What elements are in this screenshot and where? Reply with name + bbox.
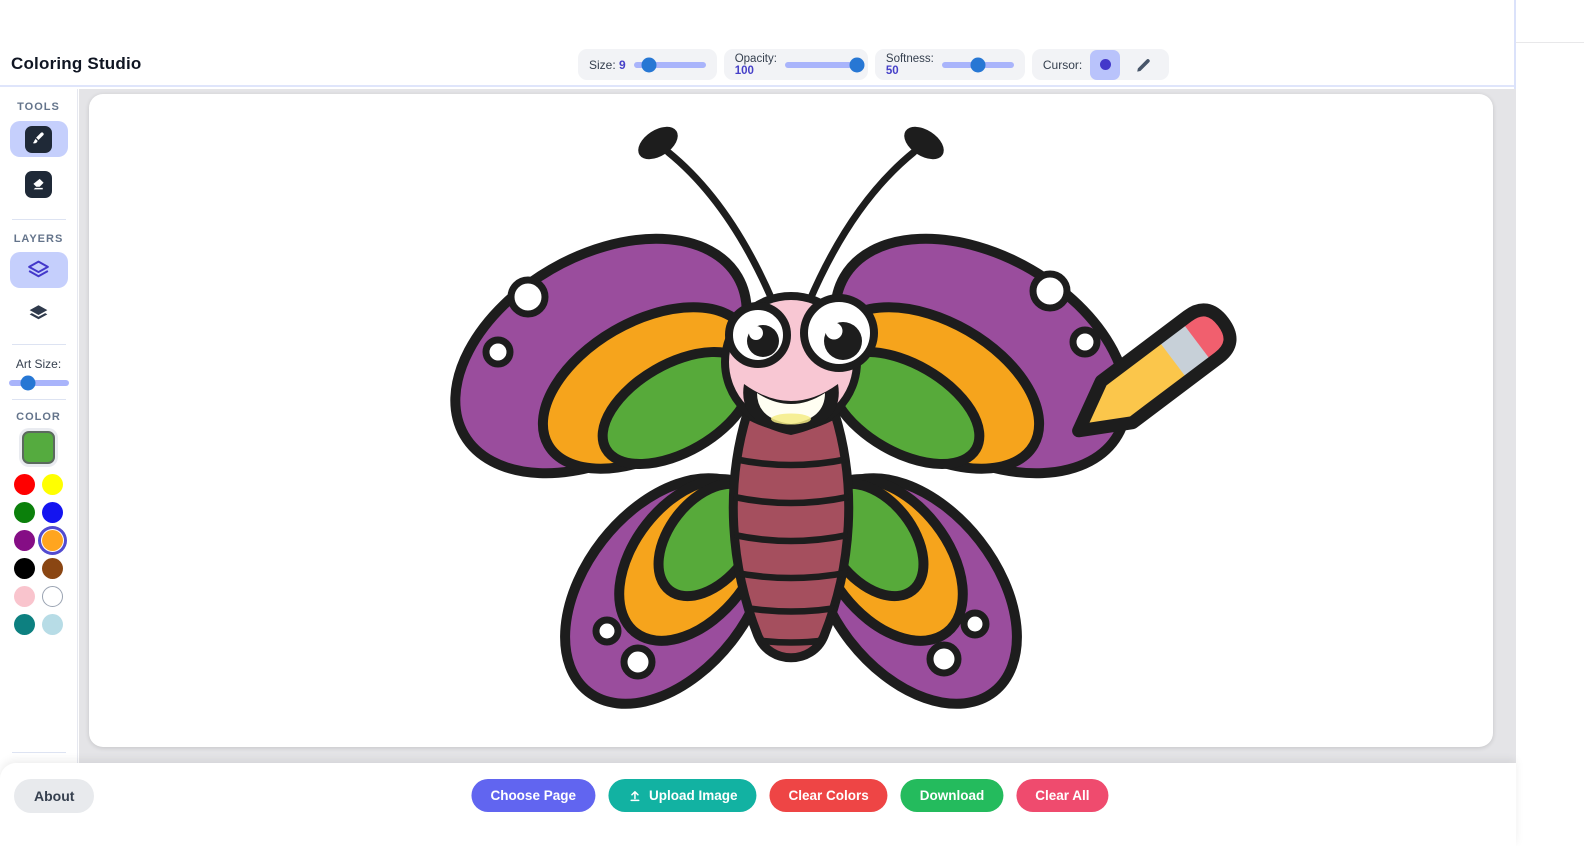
- choose-page-button[interactable]: Choose Page: [471, 779, 595, 812]
- eraser-tool-button[interactable]: [10, 166, 68, 202]
- layers-stack-icon: [26, 258, 51, 283]
- divider: [12, 219, 66, 220]
- current-color-swatch[interactable]: [22, 431, 55, 464]
- art-size-slider[interactable]: [9, 380, 69, 386]
- size-slider[interactable]: [634, 62, 706, 68]
- size-label: Size: 9: [589, 58, 626, 72]
- sidebar: TOOLS LAYERS: [0, 89, 78, 846]
- softness-slider-thumb[interactable]: [970, 57, 985, 72]
- dot-icon: [1100, 59, 1111, 70]
- size-value: 9: [619, 58, 626, 72]
- brush-tool-button[interactable]: [10, 121, 68, 157]
- upload-icon: [627, 788, 642, 803]
- color-swatch-white[interactable]: [42, 586, 63, 607]
- softness-control: Softness: 50: [875, 49, 1025, 80]
- softness-slider[interactable]: [942, 62, 1014, 68]
- color-swatch-green[interactable]: [14, 502, 35, 523]
- layers-flat-button[interactable]: [10, 294, 68, 330]
- about-button[interactable]: About: [14, 779, 94, 813]
- layers-heading: LAYERS: [14, 233, 64, 245]
- divider: [12, 752, 66, 753]
- page-title: Coloring Studio: [11, 54, 141, 74]
- color-swatch-lightblue[interactable]: [42, 614, 63, 635]
- divider: [12, 344, 66, 345]
- divider: [12, 399, 66, 400]
- softness-label: Softness:: [886, 53, 934, 65]
- color-swatch-red[interactable]: [14, 474, 35, 495]
- size-control: Size: 9: [578, 49, 717, 80]
- color-heading: COLOR: [16, 411, 61, 423]
- size-slider-thumb[interactable]: [641, 57, 656, 72]
- color-swatch-black[interactable]: [14, 558, 35, 579]
- layers-flat-icon: [26, 300, 51, 325]
- color-swatch-brown[interactable]: [42, 558, 63, 579]
- opacity-label: Opacity:: [735, 53, 777, 65]
- cursor-pencil-button[interactable]: [1128, 50, 1158, 80]
- upload-image-button[interactable]: Upload Image: [608, 779, 757, 812]
- color-swatch-blue[interactable]: [42, 502, 63, 523]
- color-swatch-teal[interactable]: [14, 614, 35, 635]
- brush-icon: [30, 131, 47, 148]
- cursor-label: Cursor:: [1043, 58, 1082, 72]
- opacity-control: Opacity: 100: [724, 49, 868, 80]
- color-swatch-purple[interactable]: [14, 530, 35, 551]
- tools-heading: TOOLS: [17, 101, 60, 113]
- clear-all-button[interactable]: Clear All: [1016, 779, 1108, 812]
- footer-bar: About Choose Page Upload Image Clear Col…: [0, 763, 1516, 846]
- drawing-canvas[interactable]: [89, 94, 1493, 747]
- pencil-icon: [1135, 56, 1152, 73]
- butterfly-artwork[interactable]: [89, 94, 1493, 747]
- layers-stack-button[interactable]: [10, 252, 68, 288]
- opacity-slider[interactable]: [785, 62, 857, 68]
- color-swatch-orange[interactable]: [42, 530, 63, 551]
- header-bar: Coloring Studio Size: 9 Opacity: 100: [0, 44, 1514, 87]
- softness-value: 50: [886, 65, 934, 77]
- footer-actions: Choose Page Upload Image Clear Colors Do…: [471, 779, 1108, 812]
- eraser-icon: [30, 176, 47, 193]
- cursor-dot-button[interactable]: [1090, 50, 1120, 80]
- art-size-slider-thumb[interactable]: [21, 376, 36, 391]
- cursor-control: Cursor:: [1032, 49, 1169, 80]
- app-shell: Coloring Studio Size: 9 Opacity: 100: [0, 0, 1516, 846]
- clear-colors-button[interactable]: Clear Colors: [769, 779, 887, 812]
- art-size-label: Art Size:: [16, 357, 61, 371]
- opacity-slider-thumb[interactable]: [849, 57, 864, 72]
- header-controls: Size: 9 Opacity: 100 Softness: 50: [578, 49, 1169, 80]
- color-swatch-yellow[interactable]: [42, 474, 63, 495]
- color-swatch-pink[interactable]: [14, 586, 35, 607]
- opacity-value: 100: [735, 65, 777, 77]
- download-button[interactable]: Download: [901, 779, 1004, 812]
- canvas-area: [79, 89, 1516, 846]
- color-palette: [14, 474, 63, 635]
